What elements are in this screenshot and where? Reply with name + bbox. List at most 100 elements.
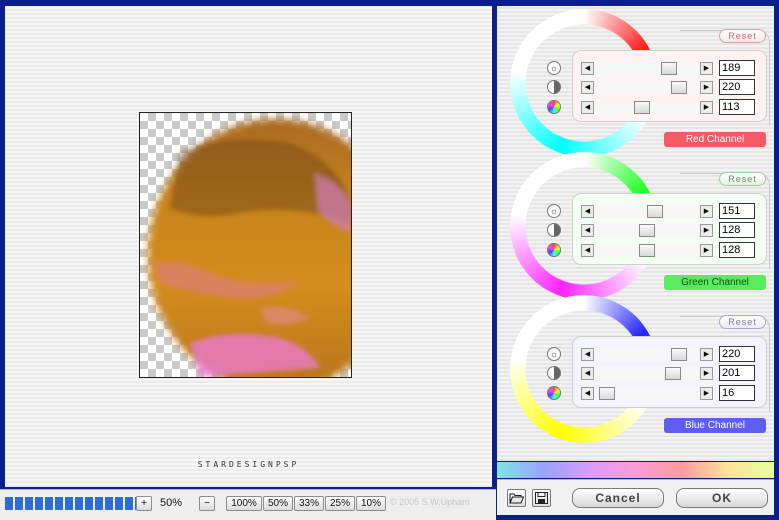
slider-thumb[interactable] (661, 62, 677, 75)
green-channel-section: Reset ☼ ◀ ▶ 151 ◀ ▶ 128 ◀ ▶ 128 Green Channel (497, 149, 774, 300)
slider-thumb[interactable] (671, 81, 687, 94)
zoom-out-button[interactable]: − (199, 496, 215, 511)
zoom-level: 50% (160, 497, 183, 509)
slider-thumb[interactable] (671, 348, 687, 361)
dialog-footer: Cancel OK (497, 479, 774, 515)
scroll-left-arrow-icon[interactable]: ◀ (581, 224, 594, 237)
zoom-10-button[interactable]: 10% (356, 496, 386, 511)
contrast-icon (547, 223, 561, 237)
zoom-25-button[interactable]: 25% (325, 496, 355, 511)
slider-thumb[interactable] (639, 224, 655, 237)
progress-segment (75, 497, 83, 510)
scroll-left-arrow-icon[interactable]: ◀ (581, 101, 594, 114)
scroll-left-arrow-icon[interactable]: ◀ (581, 244, 594, 257)
green-brightness-slider[interactable]: ◀ ▶ (581, 205, 713, 218)
green-contrast-row: ◀ ▶ 128 (547, 222, 769, 238)
green-brightness-row: ☼ ◀ ▶ 151 (547, 203, 769, 219)
blue-contrast-row: ◀ ▶ 201 (547, 365, 769, 381)
ok-button[interactable]: OK (676, 488, 768, 508)
blue-brightness-slider[interactable]: ◀ ▶ (581, 348, 713, 361)
preview-image (148, 119, 351, 377)
scroll-right-arrow-icon[interactable]: ▶ (700, 387, 713, 400)
red-brightness-row: ☼ ◀ ▶ 189 (547, 60, 769, 76)
green-reset-button[interactable]: Reset (719, 172, 766, 186)
red-channel-section: Reset ☼ ◀ ▶ 189 ◀ ▶ 220 ◀ ▶ 113 Red Channel (497, 6, 774, 157)
zoom-50-button[interactable]: 50% (263, 496, 293, 511)
green-saturation-slider[interactable]: ◀ ▶ (581, 244, 713, 257)
slider-thumb[interactable] (599, 387, 615, 400)
progress-segment (55, 497, 63, 510)
progress-segment (95, 497, 103, 510)
progress-segment (125, 497, 133, 510)
cancel-button[interactable]: Cancel (572, 488, 664, 508)
red-saturation-value-field[interactable]: 113 (719, 99, 755, 115)
sun-icon: ☼ (547, 347, 561, 361)
green-saturation-value-field[interactable]: 128 (719, 242, 755, 258)
hue-icon (547, 100, 561, 114)
progress-segment (45, 497, 53, 510)
scroll-right-arrow-icon[interactable]: ▶ (700, 62, 713, 75)
red-brightness-slider[interactable]: ◀ ▶ (581, 62, 713, 75)
red-reset-button[interactable]: Reset (719, 29, 766, 43)
blue-reset-button[interactable]: Reset (719, 315, 766, 329)
red-saturation-row: ◀ ▶ 113 (547, 99, 769, 115)
progress-segment (115, 497, 123, 510)
progress-segment (15, 497, 23, 510)
scroll-right-arrow-icon[interactable]: ▶ (700, 81, 713, 94)
slider-thumb[interactable] (639, 244, 655, 257)
red-channel-button[interactable]: Red Channel (664, 132, 766, 147)
green-saturation-row: ◀ ▶ 128 (547, 242, 769, 258)
scroll-right-arrow-icon[interactable]: ▶ (700, 224, 713, 237)
red-brightness-value-field[interactable]: 189 (719, 60, 755, 76)
blue-channel-section: Reset ☼ ◀ ▶ 220 ◀ ▶ 201 ◀ ▶ 16 Blue Channel (497, 292, 774, 443)
green-brightness-value-field[interactable]: 151 (719, 203, 755, 219)
save-button[interactable] (532, 489, 551, 507)
preview-canvas[interactable] (139, 112, 352, 378)
slider-thumb[interactable] (647, 205, 663, 218)
scroll-right-arrow-icon[interactable]: ▶ (700, 205, 713, 218)
progress-segment (35, 497, 43, 510)
copyright-text: © 2005 S.W.Upham (390, 497, 470, 507)
zoom-100-button[interactable]: 100% (226, 496, 262, 511)
scroll-left-arrow-icon[interactable]: ◀ (581, 205, 594, 218)
blue-brightness-value-field[interactable]: 220 (719, 346, 755, 362)
floppy-disk-icon (535, 492, 548, 504)
zoom-toolbar: + 50% − 100% 50% 33% 25% 10% © 2005 S.W.… (0, 489, 496, 520)
zoom-in-button[interactable]: + (136, 496, 152, 511)
blue-saturation-row: ◀ ▶ 16 (547, 385, 769, 401)
green-channel-button[interactable]: Green Channel (664, 275, 766, 290)
open-button[interactable] (507, 489, 526, 507)
blue-brightness-row: ☼ ◀ ▶ 220 (547, 346, 769, 362)
zoom-33-button[interactable]: 33% (294, 496, 324, 511)
blue-saturation-slider[interactable]: ◀ ▶ (581, 387, 713, 400)
folder-open-icon (509, 493, 525, 504)
progress-segment (25, 497, 33, 510)
green-contrast-slider[interactable]: ◀ ▶ (581, 224, 713, 237)
progress-segment (105, 497, 113, 510)
slider-thumb[interactable] (665, 367, 681, 380)
scroll-right-arrow-icon[interactable]: ▶ (700, 348, 713, 361)
contrast-icon (547, 80, 561, 94)
blue-contrast-slider[interactable]: ◀ ▶ (581, 367, 713, 380)
progress-bar (5, 497, 143, 510)
green-contrast-value-field[interactable]: 128 (719, 222, 755, 238)
progress-segment (85, 497, 93, 510)
scroll-left-arrow-icon[interactable]: ◀ (581, 81, 594, 94)
scroll-left-arrow-icon[interactable]: ◀ (581, 348, 594, 361)
scroll-left-arrow-icon[interactable]: ◀ (581, 387, 594, 400)
scroll-left-arrow-icon[interactable]: ◀ (581, 62, 594, 75)
red-contrast-slider[interactable]: ◀ ▶ (581, 81, 713, 94)
channel-panel: Reset ☼ ◀ ▶ 189 ◀ ▶ 220 ◀ ▶ 113 Red Channel Reset ☼ ◀ ▶… (497, 6, 774, 461)
red-saturation-slider[interactable]: ◀ ▶ (581, 101, 713, 114)
slider-thumb[interactable] (634, 101, 650, 114)
scroll-right-arrow-icon[interactable]: ▶ (700, 367, 713, 380)
scroll-left-arrow-icon[interactable]: ◀ (581, 367, 594, 380)
sun-icon: ☼ (547, 61, 561, 75)
scroll-right-arrow-icon[interactable]: ▶ (700, 244, 713, 257)
red-contrast-value-field[interactable]: 220 (719, 79, 755, 95)
blue-channel-button[interactable]: Blue Channel (664, 418, 766, 433)
blue-saturation-value-field[interactable]: 16 (719, 385, 755, 401)
contrast-icon (547, 366, 561, 380)
blue-contrast-value-field[interactable]: 201 (719, 365, 755, 381)
scroll-right-arrow-icon[interactable]: ▶ (700, 101, 713, 114)
